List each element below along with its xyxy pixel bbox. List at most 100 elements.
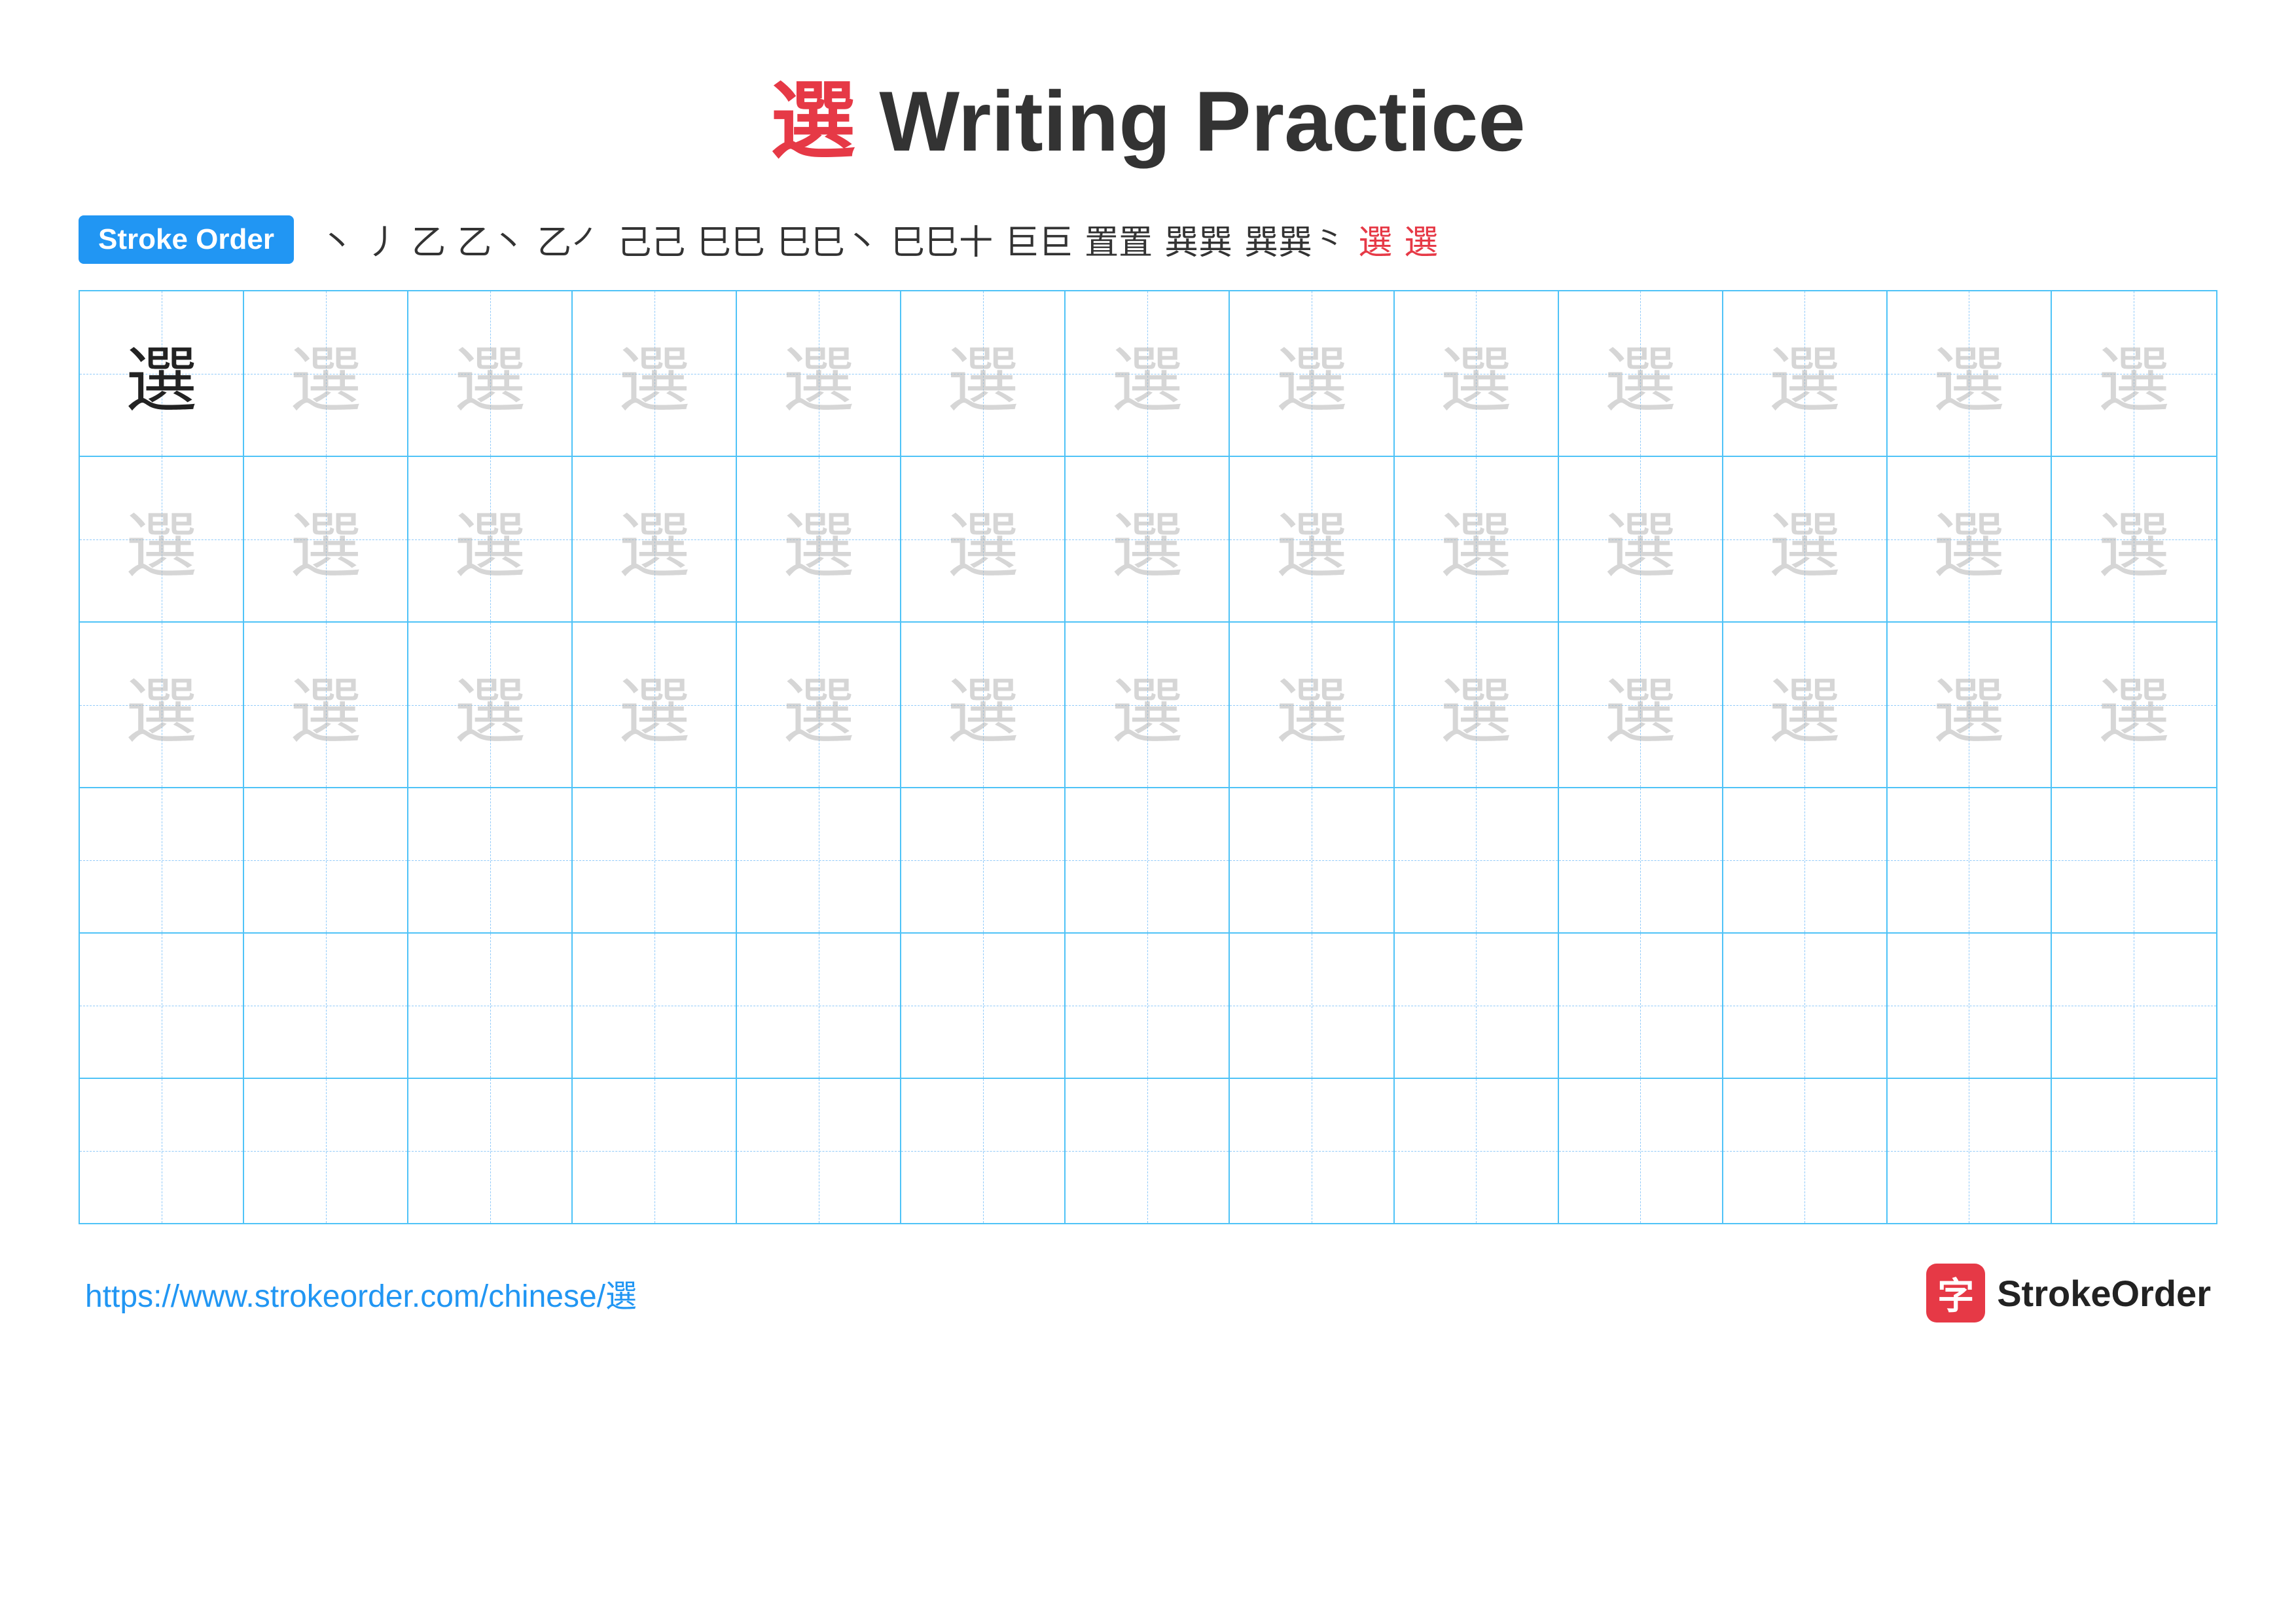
grid-cell[interactable]: 選 xyxy=(244,291,408,456)
grid-cell-empty[interactable] xyxy=(901,934,1066,1078)
cell-character: 選 xyxy=(1768,653,1840,757)
grid-cell[interactable]: 選 xyxy=(80,457,244,621)
grid-cell-empty[interactable] xyxy=(1888,934,2052,1078)
grid-cell[interactable]: 選 xyxy=(1888,457,2052,621)
grid-cell[interactable]: 選 xyxy=(1230,457,1394,621)
grid-cell[interactable]: 選 xyxy=(901,457,1066,621)
grid-cell[interactable]: 選 xyxy=(1559,623,1723,787)
grid-cell-empty[interactable] xyxy=(1395,1079,1559,1223)
grid-cell[interactable]: 選 xyxy=(1230,623,1394,787)
grid-cell-empty[interactable] xyxy=(244,788,408,932)
grid-cell[interactable]: 選 xyxy=(573,457,737,621)
grid-cell-empty[interactable] xyxy=(1230,934,1394,1078)
grid-cell[interactable]: 選 xyxy=(408,457,573,621)
footer-url[interactable]: https://www.strokeorder.com/chinese/選 xyxy=(85,1270,637,1316)
grid-cell[interactable]: 選 xyxy=(1888,623,2052,787)
cell-character: 選 xyxy=(1111,487,1183,592)
cell-character: 選 xyxy=(1933,321,2005,426)
grid-cell[interactable]: 選 xyxy=(1066,623,1230,787)
grid-cell-empty[interactable] xyxy=(80,934,244,1078)
grid-cell[interactable]: 選 xyxy=(1723,457,1888,621)
grid-cell-empty[interactable] xyxy=(1723,934,1888,1078)
grid-cell-empty[interactable] xyxy=(80,1079,244,1223)
cell-character: 選 xyxy=(1604,321,1676,426)
grid-cell[interactable]: 選 xyxy=(1723,291,1888,456)
grid-cell[interactable]: 選 xyxy=(901,291,1066,456)
title-area: 選 Writing Practice xyxy=(79,52,2217,175)
stroke-step-2: 丿 xyxy=(366,215,400,264)
grid-cell-empty[interactable] xyxy=(573,788,737,932)
grid-cell-empty[interactable] xyxy=(1888,788,2052,932)
grid-cell[interactable]: 選 xyxy=(244,457,408,621)
grid-cell[interactable]: 選 xyxy=(1723,623,1888,787)
grid-cell-empty[interactable] xyxy=(901,788,1066,932)
grid-cell[interactable]: 選 xyxy=(2052,291,2216,456)
grid-row-5 xyxy=(80,934,2216,1079)
footer-logo-text: StrokeOrder xyxy=(1997,1272,2211,1315)
stroke-step-11: 置置 xyxy=(1085,215,1153,264)
grid-cell[interactable]: 選 xyxy=(80,291,244,456)
grid-cell[interactable]: 選 xyxy=(2052,623,2216,787)
cell-character: 選 xyxy=(2098,487,2170,592)
grid-cell[interactable]: 選 xyxy=(408,291,573,456)
grid-cell[interactable]: 選 xyxy=(80,623,244,787)
grid-cell-empty[interactable] xyxy=(1559,934,1723,1078)
grid-cell-empty[interactable] xyxy=(1559,788,1723,932)
grid-cell-empty[interactable] xyxy=(2052,934,2216,1078)
cell-character: 選 xyxy=(2098,653,2170,757)
grid-cell-empty[interactable] xyxy=(2052,788,2216,932)
grid-cell-empty[interactable] xyxy=(1230,788,1394,932)
grid-cell-empty[interactable] xyxy=(1559,1079,1723,1223)
grid-cell[interactable]: 選 xyxy=(1395,623,1559,787)
grid-cell-empty[interactable] xyxy=(1723,788,1888,932)
grid-cell[interactable]: 選 xyxy=(901,623,1066,787)
grid-cell-empty[interactable] xyxy=(737,788,901,932)
grid-cell-empty[interactable] xyxy=(408,1079,573,1223)
grid-cell-empty[interactable] xyxy=(737,934,901,1078)
grid-cell[interactable]: 選 xyxy=(737,291,901,456)
grid-cell[interactable]: 選 xyxy=(2052,457,2216,621)
grid-cell-empty[interactable] xyxy=(1723,1079,1888,1223)
grid-cell[interactable]: 選 xyxy=(1395,291,1559,456)
title-char: 選 xyxy=(770,73,855,169)
grid-cell[interactable]: 選 xyxy=(573,623,737,787)
grid-cell[interactable]: 選 xyxy=(1559,291,1723,456)
grid-cell-empty[interactable] xyxy=(1395,788,1559,932)
cell-character: 選 xyxy=(1440,653,1512,757)
grid-cell-empty[interactable] xyxy=(1230,1079,1394,1223)
grid-cell-empty[interactable] xyxy=(901,1079,1066,1223)
grid-cell-empty[interactable] xyxy=(2052,1079,2216,1223)
grid-cell-empty[interactable] xyxy=(244,934,408,1078)
grid-cell[interactable]: 選 xyxy=(1066,291,1230,456)
cell-character: 選 xyxy=(947,653,1019,757)
cell-character: 選 xyxy=(290,321,362,426)
grid-cell-empty[interactable] xyxy=(1066,934,1230,1078)
cell-character: 選 xyxy=(1933,487,2005,592)
grid-cell-empty[interactable] xyxy=(1066,1079,1230,1223)
page-container: 選 Writing Practice Stroke Order 丶丿乙乙丶乙㇒己… xyxy=(0,0,2296,1623)
grid-cell-empty[interactable] xyxy=(1066,788,1230,932)
cell-character: 選 xyxy=(290,653,362,757)
grid-cell-empty[interactable] xyxy=(408,934,573,1078)
grid-cell[interactable]: 選 xyxy=(737,457,901,621)
grid-cell[interactable]: 選 xyxy=(1559,457,1723,621)
grid-cell-empty[interactable] xyxy=(1888,1079,2052,1223)
grid-cell-empty[interactable] xyxy=(737,1079,901,1223)
grid-cell[interactable]: 選 xyxy=(244,623,408,787)
stroke-steps: 丶丿乙乙丶乙㇒己己巳巳巳巳丶巳巳十巨巨置置巽巽巽巽⺀選選 xyxy=(320,215,1438,264)
grid-cell[interactable]: 選 xyxy=(1888,291,2052,456)
grid-cell-empty[interactable] xyxy=(1395,934,1559,1078)
grid-cell[interactable]: 選 xyxy=(1395,457,1559,621)
cell-character: 選 xyxy=(1768,487,1840,592)
grid-cell[interactable]: 選 xyxy=(1230,291,1394,456)
grid-cell-empty[interactable] xyxy=(573,1079,737,1223)
grid-cell[interactable]: 選 xyxy=(573,291,737,456)
grid-cell[interactable]: 選 xyxy=(1066,457,1230,621)
grid-cell-empty[interactable] xyxy=(80,788,244,932)
grid-cell-empty[interactable] xyxy=(244,1079,408,1223)
grid-cell-empty[interactable] xyxy=(408,788,573,932)
grid-cell-empty[interactable] xyxy=(573,934,737,1078)
grid-cell[interactable]: 選 xyxy=(408,623,573,787)
cell-character: 選 xyxy=(1440,321,1512,426)
grid-cell[interactable]: 選 xyxy=(737,623,901,787)
